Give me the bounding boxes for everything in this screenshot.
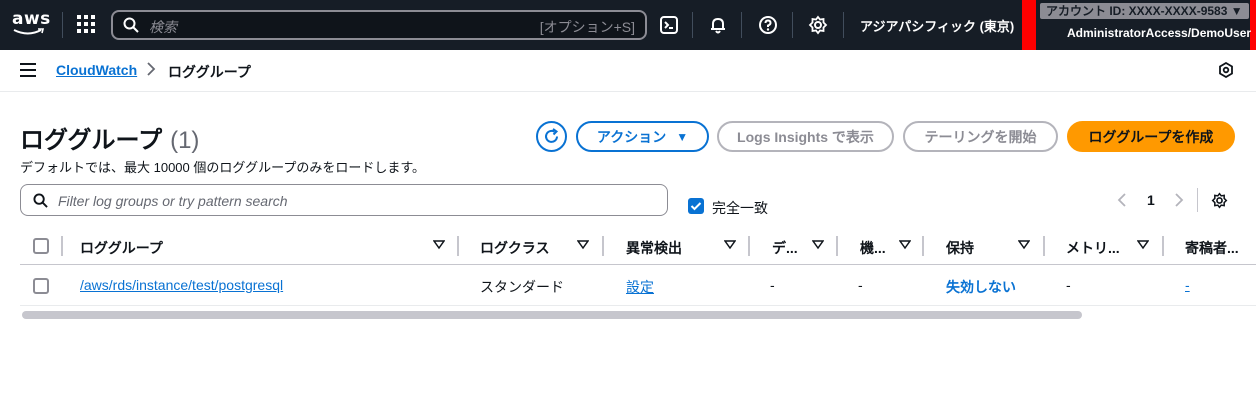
sort-caret-down-icon[interactable] [899, 240, 911, 250]
column-header-metric-filters[interactable]: メトリ... [1066, 238, 1120, 258]
checkmark-icon [690, 202, 702, 211]
notifications-bell-icon[interactable] [708, 15, 728, 35]
log-class-value: スタンダード [480, 279, 564, 295]
select-all-checkbox[interactable] [33, 238, 49, 254]
column-header-sensitive-data[interactable]: 機... [860, 238, 886, 258]
column-header-retention[interactable]: 保持 [946, 238, 974, 258]
refresh-icon [545, 128, 559, 143]
caret-down-icon: ▼ [676, 129, 689, 144]
log-group-count: (1) [170, 127, 200, 154]
chevron-right-icon [147, 62, 156, 76]
column-divider [602, 236, 604, 256]
breadcrumb-current: ロググループ [168, 64, 251, 80]
horizontal-scrollbar[interactable] [22, 311, 1082, 319]
sort-caret-down-icon[interactable] [433, 240, 445, 250]
create-log-group-button[interactable]: ロググループを作成 [1067, 121, 1235, 152]
column-divider [1162, 236, 1164, 256]
breadcrumb-cloudwatch-link[interactable]: CloudWatch [56, 62, 137, 78]
exact-match-label: 完全一致 [712, 200, 768, 216]
nav-divider [741, 12, 742, 38]
search-placeholder: 検索 [149, 19, 177, 35]
help-icon[interactable] [758, 15, 778, 35]
cloudshell-icon[interactable] [659, 15, 679, 35]
table-preferences-gear-icon[interactable] [1211, 192, 1228, 209]
column-header-log-class[interactable]: ログクラス [480, 238, 549, 258]
filter-placeholder: Filter log groups or try pattern search [58, 193, 288, 209]
services-grid-icon[interactable] [77, 15, 95, 33]
column-header-log-group[interactable]: ロググループ [80, 238, 163, 258]
nav-divider [843, 12, 844, 38]
log-group-filter-input[interactable]: Filter log groups or try pattern search [20, 184, 668, 216]
column-header-contributor-insights[interactable]: 寄稿者... [1185, 238, 1239, 258]
region-label: アジアパシフィック (東京) [860, 19, 1015, 34]
global-search-input[interactable]: 検索 [オプション+S] [111, 10, 647, 40]
aws-smile-icon [13, 28, 45, 35]
table-header: ロググループ ログクラス 異常検出 デ... 機... 保持 メトリ... 寄稿… [20, 228, 1256, 265]
refresh-button[interactable] [536, 121, 567, 152]
page-title: ロググループ (1) [20, 120, 199, 155]
preferences-icon[interactable] [1218, 62, 1234, 78]
aws-logo-text: aws [12, 9, 51, 29]
anomaly-detection-configure-link[interactable]: 設定 [626, 277, 654, 297]
search-shortcut-hint: [オプション+S] [539, 19, 635, 35]
column-divider [457, 236, 459, 256]
column-divider [922, 236, 924, 256]
column-divider [836, 236, 838, 256]
search-icon [33, 193, 48, 208]
account-id-badge: アカウント ID: XXXX-XXXX-9583 ▼ [1040, 3, 1249, 19]
start-tailing-button[interactable]: テーリングを開始 [903, 121, 1058, 152]
sort-caret-down-icon[interactable] [577, 240, 589, 250]
column-divider [748, 236, 750, 256]
metric-filters-value: - [1066, 277, 1071, 293]
sort-caret-down-icon[interactable] [812, 240, 824, 250]
nav-divider [62, 12, 63, 38]
settings-gear-icon[interactable] [808, 15, 828, 35]
nav-divider [692, 12, 693, 38]
pagination-current-page[interactable]: 1 [1147, 192, 1155, 208]
sensitive-data-value: - [858, 277, 863, 293]
page-title-text: ロググループ [20, 127, 163, 154]
nav-divider [792, 12, 793, 38]
column-divider [1043, 236, 1045, 256]
region-selector[interactable]: アジアパシフィック (東京)▼ [860, 16, 1030, 35]
retention-link[interactable]: 失効しない [946, 277, 1016, 297]
column-divider [61, 236, 63, 256]
actions-dropdown-button[interactable]: アクション ▼ [576, 121, 709, 152]
actions-label: アクション [596, 128, 667, 145]
pagination-divider [1197, 188, 1198, 212]
exact-match-checkbox[interactable] [688, 198, 704, 214]
pagination-prev-icon[interactable] [1117, 193, 1127, 210]
row-select-checkbox[interactable] [33, 278, 49, 294]
account-role: AdministratorAccess/DemoUser [1067, 26, 1252, 40]
search-icon [123, 17, 139, 33]
page-description: デフォルトでは、最大 10000 個のロググループのみをロードします。 [20, 160, 426, 175]
account-menu[interactable]: アカウント ID: XXXX-XXXX-9583 ▼ Administrator… [1036, 0, 1252, 52]
column-header-data-protection[interactable]: デ... [772, 238, 798, 258]
breadcrumb-bar: CloudWatch ロググループ [0, 50, 1256, 92]
top-navigation: aws 検索 [オプション+S] アジアパシフィック (東京) アカウント ID… [0, 0, 1256, 58]
column-header-anomaly-detection[interactable]: 異常検出 [626, 238, 682, 258]
data-protection-value: - [770, 277, 775, 293]
menu-hamburger-icon[interactable] [20, 63, 36, 77]
sort-caret-down-icon[interactable] [1018, 240, 1030, 250]
sort-caret-down-icon[interactable] [724, 240, 736, 250]
view-in-logs-insights-button[interactable]: Logs Insights で表示 [717, 121, 894, 152]
log-group-name-link[interactable]: /aws/rds/instance/test/postgresql [80, 277, 283, 293]
pagination-next-icon[interactable] [1174, 193, 1184, 210]
contributor-insights-link[interactable]: - [1185, 277, 1190, 293]
table-row: /aws/rds/instance/test/postgresql スタンダード… [20, 266, 1256, 306]
sort-caret-down-icon[interactable] [1137, 240, 1149, 250]
aws-logo[interactable]: aws [12, 9, 51, 40]
